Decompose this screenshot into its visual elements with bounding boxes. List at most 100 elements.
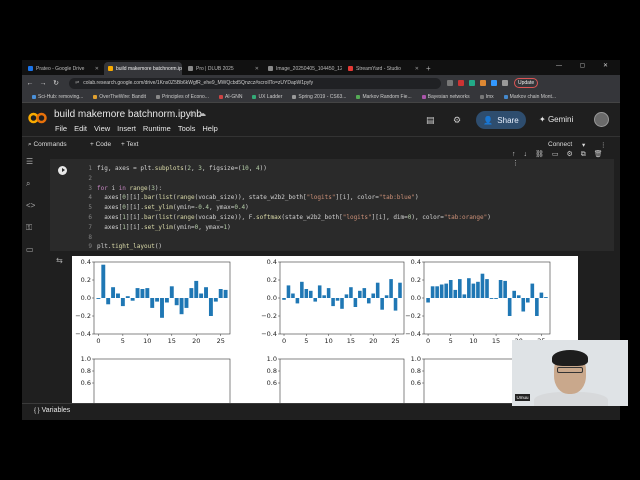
bar — [160, 298, 164, 318]
window-controls[interactable]: — ▢ ✕ — [556, 62, 616, 69]
code-icon[interactable]: <> — [26, 201, 35, 210]
bar — [300, 281, 304, 298]
add-text-button[interactable]: + Text — [121, 141, 138, 148]
bookmark-item[interactable]: OverTheWire: Bandit — [93, 94, 146, 100]
bookmark-item[interactable]: Bayesian networks — [421, 94, 470, 100]
x-tick-label: 15 — [347, 337, 355, 345]
output-toolbar-icon[interactable]: ⇆ — [56, 256, 63, 265]
bookmark-label: AI-GNN — [224, 93, 243, 100]
site-info-icon[interactable]: ⇌ — [75, 80, 79, 86]
tab-1[interactable]: build makemore batchnorm.ipynb✕ — [104, 62, 182, 75]
bookmark-item[interactable]: Principles of Econo... — [155, 93, 209, 100]
y-tick-label: 0.8 — [267, 367, 277, 375]
menu-insert[interactable]: Insert — [117, 124, 136, 133]
bar — [471, 283, 476, 298]
close-tab-icon[interactable]: ✕ — [415, 66, 419, 72]
share-button[interactable]: 👤 Share — [476, 111, 526, 129]
chevron-down-icon[interactable]: ▾ — [582, 141, 585, 149]
reload-icon[interactable]: ↻ — [51, 79, 61, 87]
menu-edit[interactable]: Edit — [74, 124, 87, 133]
new-tab-icon[interactable]: + — [426, 62, 431, 75]
tab-label: StreamYard - Studio — [356, 65, 401, 72]
bar — [331, 298, 335, 307]
settings-icon[interactable]: ⚙ — [453, 115, 461, 126]
tab-2[interactable]: Pro | DLUB 2025 ✕ — [184, 62, 262, 75]
avatar[interactable] — [594, 112, 609, 127]
tab-3[interactable]: Image_20250405_104450_126.jpg✕ — [264, 62, 342, 75]
forward-icon[interactable]: → — [38, 80, 48, 87]
notebook-title[interactable]: build makemore batchnorm.ipynb — [54, 109, 202, 120]
move-up-icon[interactable]: ↑ — [512, 151, 524, 158]
bookmark-item[interactable]: AI-GNN — [218, 93, 243, 100]
star-icon[interactable]: ☆ — [188, 109, 198, 118]
y-tick-label: 0.6 — [411, 379, 421, 387]
bookmark-item[interactable]: UX Ladder — [252, 94, 282, 100]
y-tick-label: 0.2 — [267, 276, 277, 284]
bookmark-favicon-icon — [93, 94, 98, 99]
bar — [208, 298, 213, 316]
run-cell-button[interactable] — [58, 166, 67, 175]
more-vert-icon[interactable]: ⋮ — [600, 141, 607, 149]
extension-icon[interactable] — [480, 80, 486, 86]
cloud-icon[interactable]: ☁ — [198, 109, 209, 118]
variables-button[interactable]: { } Variables — [34, 407, 70, 414]
code-text: axes[0][i].bar(list(range(vocab_size)), … — [97, 194, 419, 202]
menu-tools[interactable]: Tools — [178, 124, 196, 133]
line-number: 6 — [88, 214, 92, 221]
bar — [116, 293, 120, 298]
menu-runtime[interactable]: Runtime — [143, 124, 171, 133]
bookmark-label: Principles of Econo... — [161, 93, 209, 100]
tab-label: Prateo - Google Drive — [36, 65, 85, 72]
title-icons: ☆☁ — [188, 109, 209, 118]
menu-view[interactable]: View — [94, 124, 110, 133]
code-cell[interactable]: ↑↓⛓▭⚙⧉🗑 ⋮ 1 fig, axes = plt.subplots(2, 3,… — [50, 151, 614, 251]
extension-icon[interactable] — [447, 80, 453, 86]
bar — [439, 284, 444, 298]
comment-icon[interactable]: ▭ — [552, 151, 567, 158]
link-icon[interactable]: ⛓ — [535, 151, 552, 158]
bookmark-item[interactable]: Markov chain Mont... — [503, 94, 556, 100]
extension-icon[interactable] — [491, 80, 497, 86]
bar — [194, 280, 199, 298]
extension-icon[interactable] — [469, 80, 475, 86]
add-code-button[interactable]: + Code — [90, 141, 111, 148]
more-vert-icon[interactable]: ⋮ — [512, 160, 527, 167]
sparkle-icon: ✦ — [539, 115, 546, 124]
figure: 0.4 0.2 0.0 −0.2 −0.4 0 5 10 15 20 25 0.4 0.2 0.0 −0.2… — [75, 258, 551, 404]
update-button[interactable]: Update — [514, 78, 539, 88]
bar — [380, 298, 384, 310]
connect-button[interactable]: Connect — [548, 141, 572, 148]
bookmark-item[interactable]: Sci-Hub: removing... — [32, 94, 83, 100]
gemini-button[interactable]: ✦ Gemini — [539, 115, 573, 124]
close-tab-icon[interactable]: ✕ — [255, 66, 259, 72]
back-icon[interactable]: ← — [25, 80, 35, 87]
menu-help[interactable]: Help — [202, 124, 217, 133]
folder-icon[interactable]: ▭ — [26, 245, 34, 254]
y-tick-label: −0.4 — [405, 330, 421, 338]
search-icon[interactable]: ⌕ — [26, 179, 30, 189]
comments-icon[interactable]: ▤ — [426, 115, 435, 126]
bar — [525, 298, 530, 303]
bookmark-item[interactable]: Imx — [479, 94, 494, 100]
bar — [135, 288, 140, 298]
url-bar[interactable]: ⇌ colab.research.google.com/drive/1Kns0Z… — [69, 77, 441, 89]
settings-icon[interactable]: ⚙ — [567, 151, 581, 158]
tab-0[interactable]: Prateo - Google Drive ✕ — [24, 62, 102, 75]
extension-icon[interactable] — [458, 80, 464, 86]
move-down-icon[interactable]: ↓ — [524, 151, 536, 158]
bookmark-item[interactable]: Markov Random Fie... — [356, 93, 412, 100]
menu-file[interactable]: File — [55, 124, 67, 133]
key-icon[interactable]: ⚿ — [26, 223, 32, 233]
delete-icon[interactable]: 🗑 — [594, 151, 611, 158]
table-of-contents-icon[interactable]: ☰ — [26, 157, 33, 166]
left-rail: ☰ ⌕ <> ⚿ ▭ — [22, 153, 38, 403]
extension-icon[interactable] — [502, 80, 508, 86]
mirror-icon[interactable]: ⧉ — [581, 151, 594, 158]
bookmark-item[interactable]: Spring 2019 - CS63... — [292, 94, 346, 100]
commands-button[interactable]: ⌕ Commands — [28, 141, 67, 149]
bar — [389, 279, 393, 298]
bookmark-label: Markov Random Fie... — [362, 93, 412, 100]
bar — [393, 298, 398, 311]
tab-4[interactable]: StreamYard - Studio ✕ — [344, 62, 422, 75]
close-tab-icon[interactable]: ✕ — [95, 66, 99, 72]
